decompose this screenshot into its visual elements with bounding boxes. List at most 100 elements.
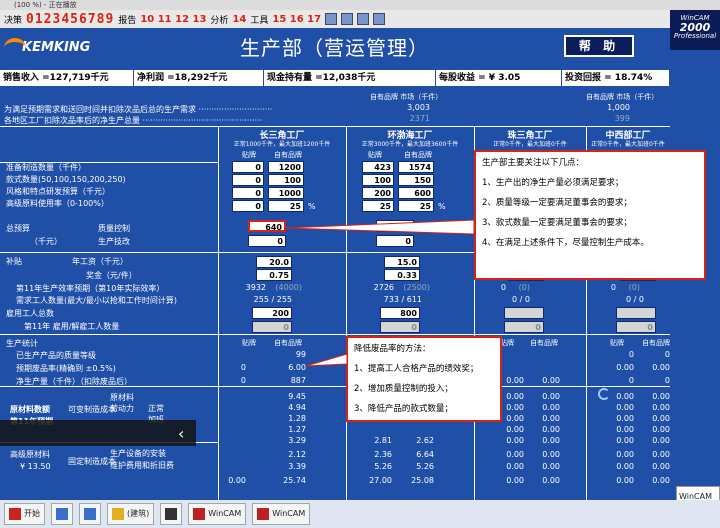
p3-cost-6: 0.00 — [506, 462, 524, 471]
kpi-cash: 现金持有量 =12,038千元 — [264, 70, 436, 86]
taskbar-item-6-label: WinCAM — [272, 509, 306, 518]
top-toolbar: 决策 0123456789 报告 10 11 12 13 分析 14 工具 15… — [0, 10, 720, 28]
p3-cost-4: 0.00 — [506, 436, 524, 445]
row-quality: 质量控制 — [98, 224, 130, 233]
p2-rnd-own-input[interactable]: 600 — [398, 187, 434, 199]
print-icon[interactable] — [341, 13, 354, 25]
logo-text: KEMKING — [22, 40, 91, 55]
p1-rnd-own-input[interactable]: 1000 — [268, 187, 304, 199]
demand-label: 为满足预期需求和送回时间并扣除次品后总的生产需求 ···············… — [4, 105, 273, 114]
row-net-output: 净生产量（千件）（扣除废品后） — [16, 377, 132, 386]
row-bonus: 奖金（元/件） — [86, 271, 137, 280]
kpi-roi: 投资回报 = 18.74% — [562, 70, 670, 86]
row-defect-rate: 预期废品率(精确到 ±0.5%) — [16, 364, 116, 373]
p1-quality-grade: 99 — [295, 350, 306, 359]
p4-own-head: 自有品牌 — [642, 339, 670, 347]
taskbar-start[interactable]: 开始 — [4, 503, 45, 525]
company-logo: KEMKING — [4, 34, 116, 62]
col-head-b: 自有品牌 市场（千件） — [586, 93, 659, 101]
p2-models-brand-input[interactable]: 100 — [362, 174, 394, 186]
report-digits[interactable]: 10 11 12 13 — [140, 14, 206, 25]
p2-pct: % — [438, 202, 446, 211]
p2-prem-brand-input[interactable]: 25 — [362, 200, 394, 212]
p2-rnd-brand-input[interactable]: 200 — [362, 187, 394, 199]
book-icon[interactable] — [325, 13, 338, 25]
tools-label[interactable]: 工具 — [250, 13, 268, 26]
taskbar-item-2[interactable] — [79, 503, 101, 525]
p1-cost-2: 1.28 — [288, 414, 306, 423]
defect-tip-title: 降低废品率的方法： — [354, 344, 431, 354]
video-overlay — [0, 420, 196, 446]
cost-title: 原材料数额 — [10, 405, 50, 414]
taskbar-item-4[interactable] — [160, 503, 183, 525]
taskbar-item-5[interactable]: WinCAM — [188, 503, 247, 525]
p1-cap-brand-input[interactable]: 0 — [232, 161, 264, 173]
help-button[interactable]: 帮 助 — [564, 35, 634, 57]
p4-cost-7b: 0.00 — [652, 476, 670, 485]
disk-icon[interactable] — [357, 13, 370, 25]
p4-cost-1b: 0.00 — [652, 403, 670, 412]
p4-cost-4b: 0.00 — [652, 436, 670, 445]
p1-prem-own-input[interactable]: 25 — [268, 200, 304, 212]
p2-prem-own-input[interactable]: 25 — [398, 200, 434, 212]
p1-workers: 255 / 255 — [253, 295, 292, 304]
p1-models-brand-input[interactable]: 0 — [232, 174, 264, 186]
analysis-label[interactable]: 分析 — [210, 13, 228, 26]
p4-workers-change: 0 — [616, 321, 656, 333]
decision-digits[interactable]: 0123456789 — [26, 12, 114, 27]
labor-label: 劳动力 — [110, 404, 134, 413]
p2-workers-change: 0 — [380, 321, 420, 333]
p2-own-head: 自有品牌 — [404, 151, 432, 159]
p2-workers-total-input[interactable]: 800 — [380, 307, 420, 319]
p2-cost-brand-0: 2.81 — [374, 436, 392, 445]
wincam-bottom: Professional — [673, 32, 717, 40]
p3-cost-1b: 0.00 — [542, 403, 560, 412]
p1-cap-own-input[interactable]: 1200 — [268, 161, 304, 173]
p1-models-own-input[interactable]: 100 — [268, 174, 304, 186]
p1-own-head: 自有品牌 — [274, 151, 302, 159]
p1-prem-brand-input[interactable]: 0 — [232, 200, 264, 212]
fixed-mfg-label: 固定制造成本 — [68, 457, 116, 466]
row-eff11: 第11年生产效率预期（第10年实际效率） — [16, 284, 165, 293]
exit-icon[interactable] — [373, 13, 386, 25]
p2-eff: 2726 — [373, 283, 394, 292]
p1-cost-1: 4.94 — [288, 403, 306, 412]
p2-models-own-input[interactable]: 150 — [398, 174, 434, 186]
p1-workers-change: 0 — [252, 321, 292, 333]
p3-cost-2b: 0.00 — [542, 414, 560, 423]
p1-bonus-input[interactable]: 0.75 — [256, 269, 292, 281]
p4-cost-2: 0.00 — [616, 414, 634, 423]
p1-workers-total-input[interactable]: 200 — [252, 307, 292, 319]
p4-cost-3b: 0.00 — [652, 425, 670, 434]
analysis-digits[interactable]: 14 — [232, 14, 246, 25]
p1-prod-eff-input[interactable]: 0 — [248, 235, 286, 247]
normal-label: 正常 — [148, 404, 164, 413]
taskbar-item-1[interactable] — [51, 503, 73, 525]
row-models: 款式数量(50,100,150,200,250) — [6, 175, 126, 184]
taskbar-item-3[interactable]: (建筑) — [107, 503, 155, 525]
p2-wage-input[interactable]: 15.0 — [384, 256, 420, 268]
p2-cap-own-input[interactable]: 1574 — [398, 161, 434, 173]
p4-cost-1: 0.00 — [616, 403, 634, 412]
production-tip-item-1: 1、生产出的净生产量必须满足要求； — [482, 178, 624, 188]
tools-digits[interactable]: 15 16 17 — [272, 14, 321, 25]
p3-workers-total-input[interactable] — [504, 307, 544, 319]
decision-label[interactable]: 决策 — [4, 13, 22, 26]
p3-cost-7: 0.00 — [506, 476, 524, 485]
p1-rnd-brand-input[interactable]: 0 — [232, 187, 264, 199]
taskbar-item-6[interactable]: WinCAM — [252, 503, 311, 525]
p4-workers-total-input[interactable] — [616, 307, 656, 319]
p1-wage-input[interactable]: 20.0 — [256, 256, 292, 268]
p3-eff: 0 — [500, 283, 506, 292]
p1-quality-input[interactable]: 640 — [248, 220, 286, 232]
row-produced: 已生产产品的质量等级 — [16, 351, 96, 360]
p2-cap-brand-input[interactable]: 423 — [362, 161, 394, 173]
report-label[interactable]: 报告 — [118, 13, 136, 26]
window-title: (100 %) - 正在播放 — [0, 0, 720, 10]
p4-cost-4: 0.00 — [616, 436, 634, 445]
p2-bonus-input[interactable]: 0.33 — [384, 269, 420, 281]
chevron-left-icon[interactable]: ‹ — [178, 424, 184, 443]
p2-cost-own-3: 25.08 — [411, 476, 434, 485]
depr-label: 生产设备的安装 — [110, 449, 166, 458]
page-title: 生产部（营运管理） — [240, 36, 429, 60]
